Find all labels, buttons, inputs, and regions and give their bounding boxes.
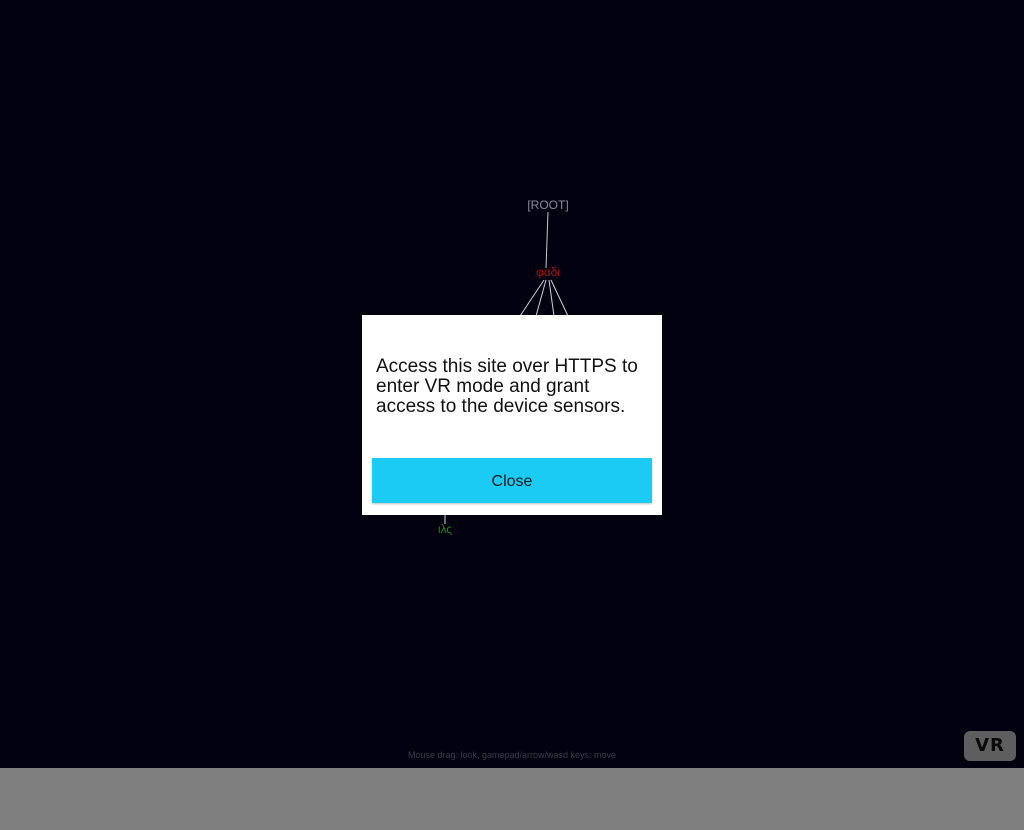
close-button[interactable]: Close [372,458,652,503]
red-node-label: φαδι [536,265,560,279]
vr-scene-canvas[interactable]: [ROOT] φαδι ιλς Mouse drag: look, gamepa… [0,0,1024,768]
enter-vr-button[interactable]: VR [964,731,1016,761]
modal-message: Access this site over HTTPS to enter VR … [376,356,638,417]
tree-edge [519,279,545,317]
tree-edge [545,211,549,269]
https-warning-modal: Access this site over HTTPS to enter VR … [362,315,662,515]
bottom-bar [0,768,1024,830]
root-node-label: [ROOT] [527,198,568,212]
green-node-label: ιλς [438,522,452,536]
controls-hint: Mouse drag: look, gamepad/arrow/wasd key… [407,750,617,760]
